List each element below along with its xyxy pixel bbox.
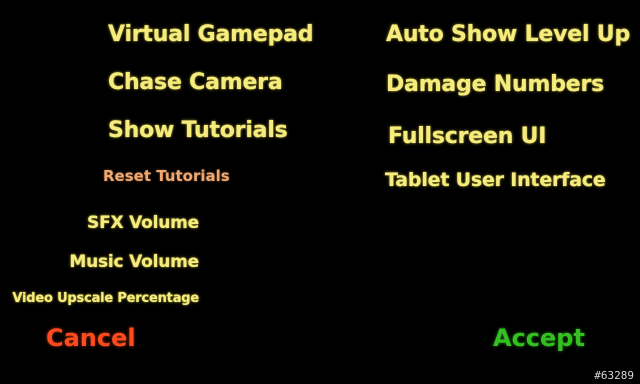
chase-camera-option[interactable]: Chase Camera — [108, 70, 283, 95]
virtual-gamepad-option[interactable]: Virtual Gamepad — [108, 22, 314, 47]
music-volume-label[interactable]: Music Volume — [69, 252, 199, 272]
sfx-volume-label[interactable]: SFX Volume — [87, 213, 199, 233]
cancel-button[interactable]: Cancel — [46, 324, 136, 352]
watermark-id: #63289 — [594, 369, 634, 382]
auto-show-level-up-option[interactable]: Auto Show Level Up — [386, 22, 630, 47]
damage-numbers-option[interactable]: Damage Numbers — [386, 72, 604, 97]
tablet-user-interface-option[interactable]: Tablet User Interface — [385, 169, 606, 191]
show-tutorials-option[interactable]: Show Tutorials — [108, 118, 288, 143]
fullscreen-ui-option[interactable]: Fullscreen UI — [388, 124, 546, 149]
reset-tutorials-button[interactable]: Reset Tutorials — [103, 167, 230, 185]
accept-button[interactable]: Accept — [493, 324, 585, 352]
video-upscale-percentage-label[interactable]: Video Upscale Percentage — [12, 291, 199, 306]
